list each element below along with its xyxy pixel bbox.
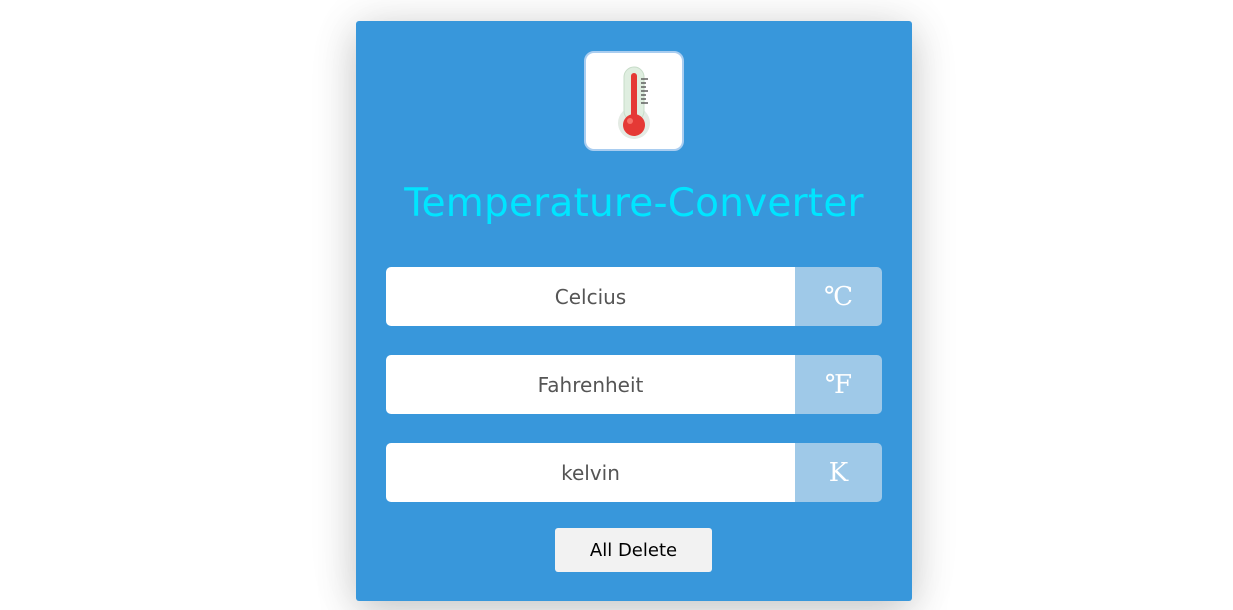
kelvin-unit-label: K — [795, 443, 882, 502]
kelvin-row: K — [386, 443, 882, 502]
celsius-unit-label: ℃ — [795, 267, 882, 326]
celsius-input[interactable] — [386, 267, 795, 326]
fahrenheit-row: ℉ — [386, 355, 882, 414]
page: Temperature-Converter ℃ ℉ K All Delete — [0, 0, 1233, 610]
kelvin-input[interactable] — [386, 443, 795, 502]
celsius-row: ℃ — [386, 267, 882, 326]
page-title: Temperature-Converter — [404, 181, 864, 226]
converter-card: Temperature-Converter ℃ ℉ K All Delete — [356, 21, 912, 601]
fahrenheit-unit-label: ℉ — [795, 355, 882, 414]
thermometer-icon — [584, 51, 684, 151]
fahrenheit-input[interactable] — [386, 355, 795, 414]
thermometer-icon-graphic — [618, 66, 650, 139]
all-delete-button[interactable]: All Delete — [555, 528, 712, 572]
